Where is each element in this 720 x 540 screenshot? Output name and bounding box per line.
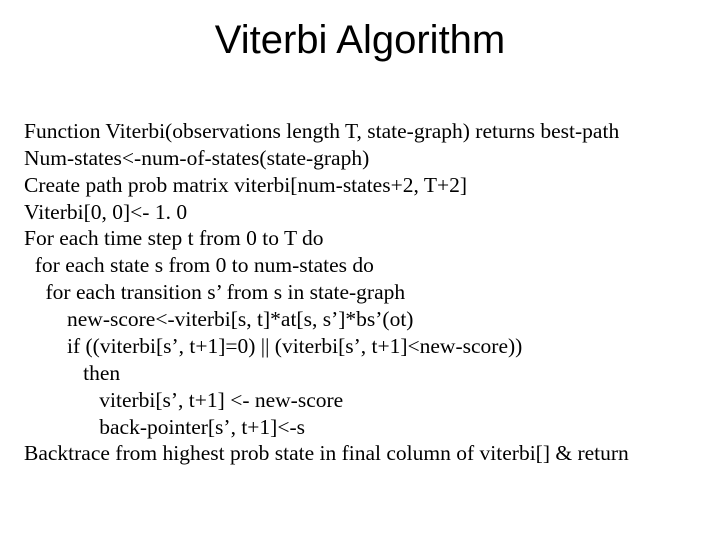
pseudocode-line: Backtrace from highest prob state in fin… bbox=[24, 441, 629, 465]
pseudocode-line: back-pointer[s’, t+1]<-s bbox=[24, 415, 305, 439]
pseudocode-line: For each time step t from 0 to T do bbox=[24, 226, 324, 250]
pseudocode-line: for each transition s’ from s in state-g… bbox=[24, 280, 405, 304]
pseudocode-line: Create path prob matrix viterbi[num-stat… bbox=[24, 173, 467, 197]
pseudocode-line: if ((viterbi[s’, t+1]=0) || (viterbi[s’,… bbox=[24, 334, 522, 358]
slide: Viterbi Algorithm Function Viterbi(obser… bbox=[0, 18, 720, 540]
pseudocode-line: new-score<-viterbi[s, t]*at[s, s’]*bs’(o… bbox=[24, 307, 413, 331]
pseudocode-line: viterbi[s’, t+1] <- new-score bbox=[24, 388, 343, 412]
pseudocode-line: then bbox=[24, 361, 120, 385]
slide-title: Viterbi Algorithm bbox=[0, 18, 720, 63]
pseudocode-line: for each state s from 0 to num-states do bbox=[24, 253, 374, 277]
pseudocode-line: Function Viterbi(observations length T, … bbox=[24, 119, 619, 143]
pseudocode-line: Viterbi[0, 0]<- 1. 0 bbox=[24, 200, 187, 224]
slide-body: Function Viterbi(observations length T, … bbox=[0, 91, 720, 467]
pseudocode-line: Num-states<-num-of-states(state-graph) bbox=[24, 146, 369, 170]
